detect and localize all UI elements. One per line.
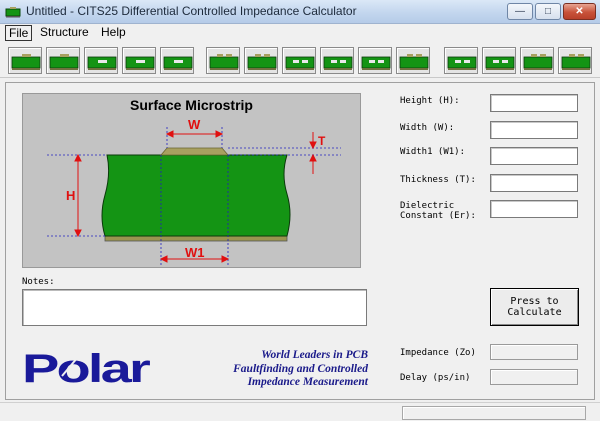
menu-help[interactable]: Help bbox=[98, 25, 129, 41]
diff-symmetric-stripline-button[interactable] bbox=[358, 47, 392, 74]
tagline-line: Impedance Measurement bbox=[247, 376, 368, 388]
diff-coated-microstrip-button[interactable] bbox=[244, 47, 278, 74]
offset-stripline-icon bbox=[125, 56, 155, 70]
broadside-stripline-button[interactable] bbox=[444, 47, 478, 74]
logo-text: Polar bbox=[22, 347, 150, 387]
width1-label: Width1 (W1): bbox=[400, 147, 466, 157]
dielectric-label: Dielectric Constant (Er): bbox=[400, 201, 476, 221]
diff-offset-stripline-button[interactable] bbox=[320, 47, 354, 74]
dielectric-substrate bbox=[101, 154, 291, 237]
coplanar-waveguide-button[interactable] bbox=[520, 47, 554, 74]
status-pane bbox=[402, 406, 586, 420]
thickness-label: Thickness (T): bbox=[400, 175, 476, 185]
coplanar-waveguide-icon bbox=[523, 54, 553, 70]
calculate-line2: Calculate bbox=[507, 307, 562, 318]
diff-surface-microstrip-button[interactable] bbox=[206, 47, 240, 74]
height-label: Height (H): bbox=[400, 96, 460, 106]
impedance-label: Impedance (Zo) bbox=[400, 348, 476, 358]
structure-toolbar bbox=[0, 42, 600, 78]
minimize-button[interactable]: — bbox=[507, 3, 533, 20]
width-label: Width (W): bbox=[400, 123, 455, 133]
thickness-dimension-label: T bbox=[318, 134, 326, 148]
delay-label: Delay (ps/in) bbox=[400, 373, 471, 383]
width1-dimension-label: W1 bbox=[185, 245, 205, 260]
maximize-button[interactable]: □ bbox=[535, 3, 561, 20]
diff-symmetric-stripline-icon bbox=[361, 56, 391, 70]
impedance-output bbox=[490, 344, 578, 360]
status-bar bbox=[0, 402, 600, 421]
diff-offset-stripline-icon bbox=[323, 56, 353, 70]
coplanar-waveguide-icon bbox=[561, 54, 591, 70]
tagline: World Leaders in PCB Faultfinding and Co… bbox=[202, 349, 368, 390]
coplanar-strips-button[interactable] bbox=[482, 47, 516, 74]
calculate-button[interactable]: Press to Calculate bbox=[490, 288, 579, 326]
main-panel: Surface Microstrip W T H W1 Notes: Polar… bbox=[5, 82, 595, 400]
notes-input[interactable] bbox=[22, 289, 367, 326]
width-input[interactable] bbox=[490, 121, 578, 139]
surface-microstrip-icon bbox=[11, 54, 41, 70]
ground-plane bbox=[104, 235, 288, 242]
calculate-line1: Press to bbox=[510, 296, 559, 307]
thickness-input[interactable] bbox=[490, 174, 578, 192]
diff-embedded-microstrip-button[interactable] bbox=[282, 47, 316, 74]
diff-surface-microstrip-icon bbox=[209, 54, 239, 70]
coplanar-waveguide-button[interactable] bbox=[558, 47, 592, 74]
diff-embedded-microstrip-icon bbox=[285, 56, 315, 70]
delay-output bbox=[490, 369, 578, 385]
signal-trace bbox=[160, 147, 229, 156]
structure-diagram: Surface Microstrip W T H W1 bbox=[22, 93, 361, 268]
offset-stripline-button[interactable] bbox=[122, 47, 156, 74]
coplanar-strips-icon bbox=[485, 56, 515, 70]
embedded-microstrip-button[interactable] bbox=[84, 47, 118, 74]
menu-file[interactable]: File bbox=[5, 25, 33, 41]
dielectric-input[interactable] bbox=[490, 200, 578, 218]
title-bar[interactable]: Untitled - CITS25 Differential Controlle… bbox=[0, 0, 600, 24]
coated-microstrip-icon bbox=[49, 54, 79, 70]
close-button[interactable]: ✕ bbox=[563, 3, 596, 20]
tagline-line: World Leaders in PCB bbox=[261, 349, 368, 361]
edge-coupled-stripline-button[interactable] bbox=[396, 47, 430, 74]
polar-logo: Polar bbox=[22, 347, 150, 387]
height-dimension-label: H bbox=[66, 188, 76, 203]
window-title: Untitled - CITS25 Differential Controlle… bbox=[26, 4, 357, 18]
width-dimension-label: W bbox=[188, 117, 201, 132]
edge-coupled-stripline-icon bbox=[399, 54, 429, 70]
symmetric-stripline-button[interactable] bbox=[160, 47, 194, 74]
height-input[interactable] bbox=[490, 94, 578, 112]
notes-label: Notes: bbox=[22, 277, 55, 287]
width1-input[interactable] bbox=[490, 147, 578, 165]
embedded-microstrip-icon bbox=[87, 56, 117, 70]
tagline-line: Faultfinding and Controlled bbox=[233, 362, 368, 375]
symmetric-stripline-icon bbox=[163, 56, 193, 70]
surface-microstrip-button[interactable] bbox=[8, 47, 42, 74]
menu-bar: File Structure Help bbox=[0, 24, 600, 42]
app-icon bbox=[5, 7, 21, 18]
menu-structure[interactable]: Structure bbox=[37, 25, 92, 41]
diff-coated-microstrip-icon bbox=[247, 54, 277, 70]
coated-microstrip-button[interactable] bbox=[46, 47, 80, 74]
broadside-stripline-icon bbox=[447, 56, 477, 70]
